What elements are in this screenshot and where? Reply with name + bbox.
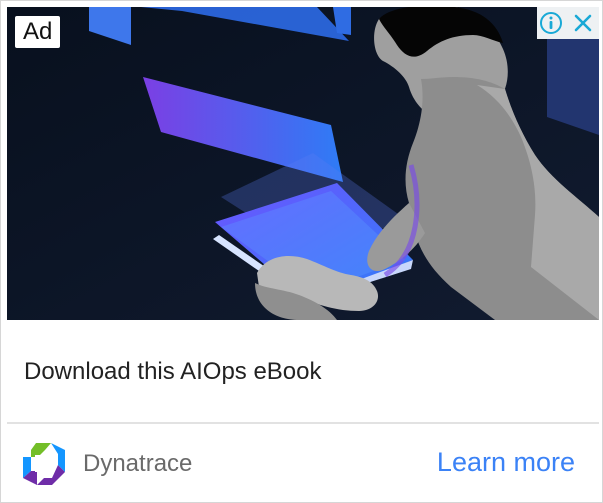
hero-illustration	[7, 7, 599, 320]
ad-headline: Download this AIOps eBook	[24, 358, 322, 385]
ad-footer[interactable]: Dynatrace Learn more	[7, 424, 599, 502]
learn-more-button[interactable]: Learn more	[437, 447, 575, 478]
ad-controls	[537, 7, 599, 39]
ad-badge: Ad	[15, 16, 61, 48]
close-icon	[574, 14, 592, 32]
ad-headline-area[interactable]: Download this AIOps eBook	[7, 320, 599, 424]
info-icon	[540, 12, 562, 34]
advertiser-name: Dynatrace	[83, 450, 193, 477]
ad-choices-info-button[interactable]	[539, 11, 563, 35]
ad-hero-image[interactable]: Ad	[7, 7, 599, 320]
close-ad-button[interactable]	[571, 11, 595, 35]
dynatrace-logo	[23, 443, 65, 485]
ad-card[interactable]: Ad Download this AIOps eBook Dynatrace L…	[0, 0, 603, 503]
